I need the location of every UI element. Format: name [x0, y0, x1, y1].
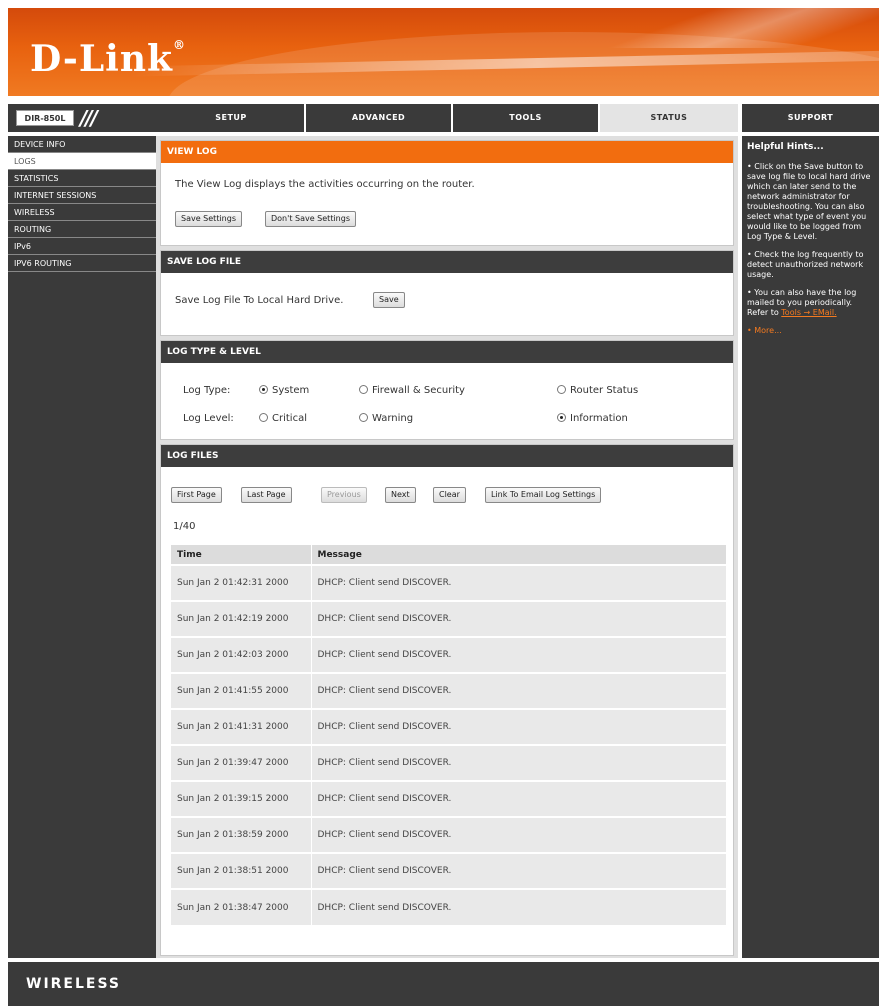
log-message: DHCP: Client send DISCOVER.: [311, 600, 727, 637]
log-message: DHCP: Client send DISCOVER.: [311, 888, 727, 925]
log-time: Sun Jan 2 01:41:31 2000: [171, 708, 312, 745]
helpful-hints-panel: Helpful Hints... • Click on the Save but…: [742, 136, 879, 958]
table-row: Sun Jan 2 01:38:51 2000 DHCP: Client send…: [171, 852, 727, 889]
log-message: DHCP: Client send DISCOVER.: [311, 780, 727, 817]
log-files-title: LOG FILES: [161, 445, 733, 467]
table-row: Sun Jan 2 01:39:47 2000 DHCP: Client send…: [171, 744, 727, 781]
save-log-label: Save Log File To Local Hard Drive.: [175, 295, 344, 306]
log-files-section: LOG FILES First Page Last Page Previous …: [160, 444, 734, 956]
sidebar-item-internet-sessions[interactable]: INTERNET SESSIONS: [8, 187, 156, 204]
clear-button[interactable]: Clear: [433, 487, 466, 503]
first-page-button[interactable]: First Page: [171, 487, 222, 503]
radio-log-level-critical[interactable]: Critical: [259, 413, 307, 424]
view-log-title: VIEW LOG: [161, 141, 733, 163]
radio-log-type-firewall[interactable]: Firewall & Security: [359, 385, 465, 396]
view-log-description: The View Log displays the activities occ…: [175, 179, 475, 190]
tab-tools[interactable]: TOOLS: [452, 104, 598, 132]
radio-log-type-system[interactable]: System: [259, 385, 309, 396]
log-time: Sun Jan 2 01:39:15 2000: [171, 780, 312, 817]
top-navigation: DIR-850L /// SETUP ADVANCED TOOLS STATUS…: [8, 104, 879, 132]
log-level-label: Log Level:: [183, 413, 234, 424]
table-row: Sun Jan 2 01:41:55 2000 DHCP: Client send…: [171, 672, 727, 709]
dlink-logo: D-Link®: [30, 38, 186, 80]
radio-log-level-warning[interactable]: Warning: [359, 413, 413, 424]
table-row: Sun Jan 2 01:41:31 2000 DHCP: Client send…: [171, 708, 727, 745]
radio-log-level-information[interactable]: Information: [557, 413, 628, 424]
log-message: DHCP: Client send DISCOVER.: [311, 852, 727, 889]
log-time: Sun Jan 2 01:38:59 2000: [171, 816, 312, 853]
table-row: Sun Jan 2 01:42:19 2000 DHCP: Client send…: [171, 600, 727, 637]
log-time: Sun Jan 2 01:41:55 2000: [171, 672, 312, 709]
tab-status[interactable]: STATUS: [599, 104, 738, 132]
sidebar-item-device-info[interactable]: DEVICE INFO: [8, 136, 156, 153]
sidebar-item-wireless[interactable]: WIRELESS: [8, 204, 156, 221]
log-time: Sun Jan 2 01:38:51 2000: [171, 852, 312, 889]
table-row: Sun Jan 2 01:42:03 2000 DHCP: Client send…: [171, 636, 727, 673]
column-header-time: Time: [171, 545, 312, 565]
sidebar-item-ipv6-routing[interactable]: IPV6 ROUTING: [8, 255, 156, 272]
log-type-title: LOG TYPE & LEVEL: [161, 341, 733, 363]
model-badge: DIR-850L ///: [8, 104, 158, 132]
hint-item: • Check the log frequently to detect una…: [747, 250, 864, 279]
sidebar-item-statistics[interactable]: STATISTICS: [8, 170, 156, 187]
header-banner: D-Link®: [8, 8, 879, 96]
page-count: 1/40: [173, 521, 196, 532]
tab-advanced[interactable]: ADVANCED: [305, 104, 451, 132]
save-log-section: SAVE LOG FILE Save Log File To Local Har…: [160, 250, 734, 336]
hint-item: • Click on the Save button to save log f…: [747, 162, 871, 241]
save-settings-button[interactable]: Save Settings: [175, 211, 242, 227]
main-content: VIEW LOG The View Log displays the activ…: [156, 136, 738, 958]
table-row: Sun Jan 2 01:38:47 2000 DHCP: Client send…: [171, 888, 727, 925]
log-message: DHCP: Client send DISCOVER.: [311, 672, 727, 709]
log-message: DHCP: Client send DISCOVER.: [311, 564, 727, 601]
hints-title: Helpful Hints...: [747, 142, 824, 152]
footer: WIRELESS: [8, 962, 879, 1006]
sidebar-item-routing[interactable]: ROUTING: [8, 221, 156, 238]
footer-wireless-logo: WIRELESS: [26, 976, 122, 992]
sidebar-item-ipv6[interactable]: IPv6: [8, 238, 156, 255]
log-table: Time Message Sun Jan 2 01:42:31 2000 DHCP…: [171, 545, 727, 925]
model-label: DIR-850L: [16, 110, 74, 126]
log-message: DHCP: Client send DISCOVER.: [311, 708, 727, 745]
hint-item: • You can also have the log mailed to yo…: [747, 288, 857, 317]
save-log-button[interactable]: Save: [373, 292, 405, 308]
tab-support[interactable]: SUPPORT: [742, 104, 879, 132]
log-message: DHCP: Client send DISCOVER.: [311, 636, 727, 673]
view-log-section: VIEW LOG The View Log displays the activ…: [160, 140, 734, 246]
hint-email-link[interactable]: Tools → EMail.: [781, 308, 836, 317]
log-message: DHCP: Client send DISCOVER.: [311, 816, 727, 853]
previous-button[interactable]: Previous: [321, 487, 367, 503]
log-time: Sun Jan 2 01:38:47 2000: [171, 888, 312, 925]
log-type-label: Log Type:: [183, 385, 231, 396]
log-time: Sun Jan 2 01:42:03 2000: [171, 636, 312, 673]
save-log-title: SAVE LOG FILE: [161, 251, 733, 273]
left-sidebar: DEVICE INFO LOGS STATISTICS INTERNET SES…: [8, 136, 156, 958]
table-row: Sun Jan 2 01:38:59 2000 DHCP: Client send…: [171, 816, 727, 853]
last-page-button[interactable]: Last Page: [241, 487, 292, 503]
log-time: Sun Jan 2 01:42:31 2000: [171, 564, 312, 601]
hints-more-link[interactable]: • More...: [747, 326, 874, 335]
tab-setup[interactable]: SETUP: [158, 104, 304, 132]
next-button[interactable]: Next: [385, 487, 416, 503]
table-row: Sun Jan 2 01:39:15 2000 DHCP: Client send…: [171, 780, 727, 817]
log-message: DHCP: Client send DISCOVER.: [311, 744, 727, 781]
log-type-section: LOG TYPE & LEVEL Log Type: System Firewa…: [160, 340, 734, 440]
log-time: Sun Jan 2 01:39:47 2000: [171, 744, 312, 781]
dont-save-settings-button[interactable]: Don't Save Settings: [265, 211, 356, 227]
sidebar-item-logs[interactable]: LOGS: [8, 153, 156, 170]
column-header-message: Message: [311, 545, 727, 565]
link-to-email-log-settings-button[interactable]: Link To Email Log Settings: [485, 487, 602, 503]
radio-log-type-router-status[interactable]: Router Status: [557, 385, 638, 396]
log-time: Sun Jan 2 01:42:19 2000: [171, 600, 312, 637]
table-row: Sun Jan 2 01:42:31 2000 DHCP: Client send…: [171, 564, 727, 601]
